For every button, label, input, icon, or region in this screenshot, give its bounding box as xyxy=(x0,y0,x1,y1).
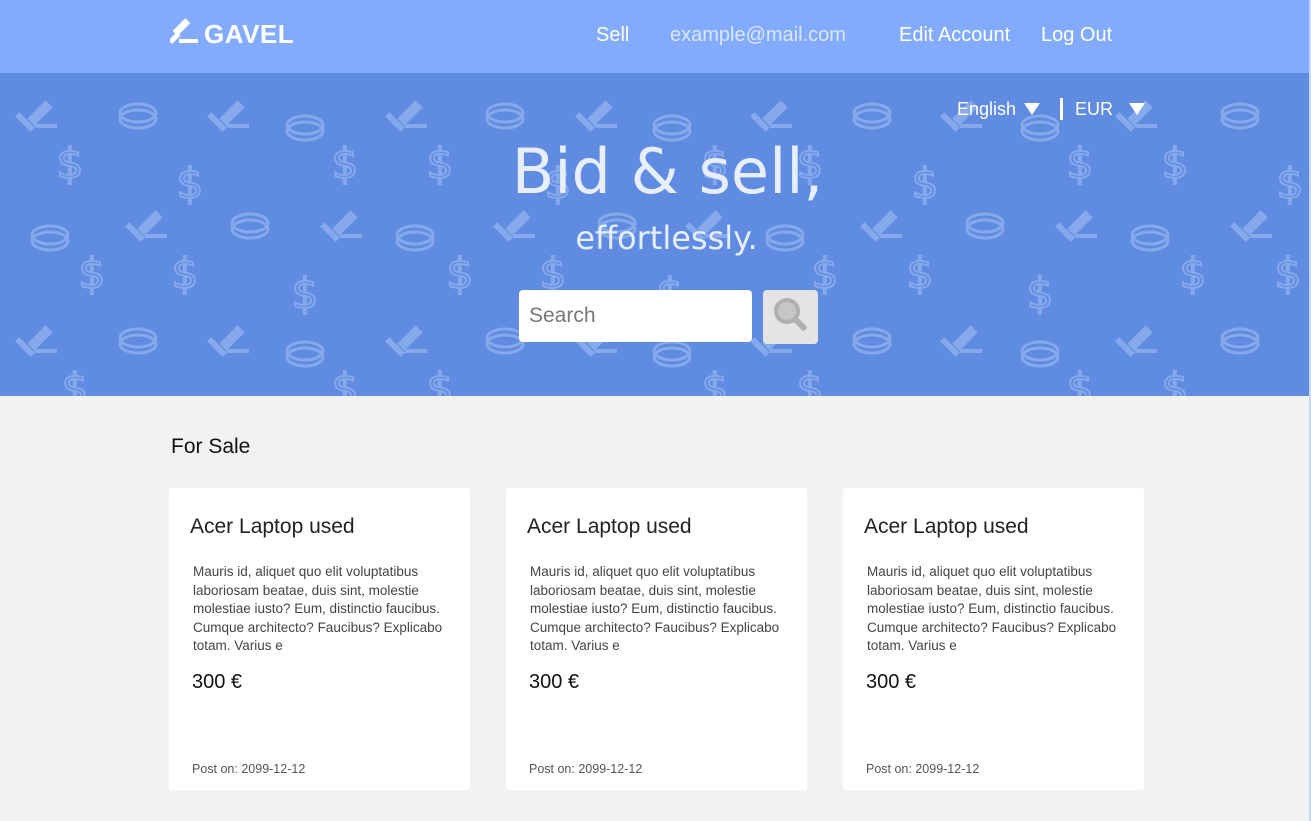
top-navbar: GAVEL Sell example@mail.com Edit Account… xyxy=(0,0,1311,73)
logo-text: GAVEL xyxy=(204,18,295,49)
caret-down-icon xyxy=(1129,103,1146,115)
language-select[interactable]: English xyxy=(957,98,1041,120)
search-icon xyxy=(771,295,811,340)
listing-post-date: Post on: 2099-12-12 xyxy=(529,762,643,776)
pattern-row-6 xyxy=(60,363,1190,396)
listing-price: 300 € xyxy=(529,671,580,693)
hero-subtitle: effortlessly. xyxy=(575,219,758,257)
nav-edit-account[interactable]: Edit Account xyxy=(899,0,1010,70)
currency-label: EUR xyxy=(1075,98,1114,119)
nav-sell[interactable]: Sell xyxy=(596,0,629,70)
caret-down-icon xyxy=(1024,103,1041,115)
listing-card[interactable]: Acer Laptop used Mauris id, aliquet quo … xyxy=(506,488,807,790)
selector-divider xyxy=(1060,98,1064,120)
language-label: English xyxy=(957,98,1017,119)
listing-title: Acer Laptop used xyxy=(864,515,1029,538)
gavel-icon xyxy=(168,17,200,52)
listing-post-date: Post on: 2099-12-12 xyxy=(866,762,980,776)
listing-card[interactable]: Acer Laptop used Mauris id, aliquet quo … xyxy=(169,488,470,790)
section-title-for-sale: For Sale xyxy=(171,435,251,458)
listing-description: Mauris id, aliquet quo elit voluptatibus… xyxy=(867,564,1117,653)
logo[interactable]: GAVEL xyxy=(168,14,295,54)
listing-post-date: Post on: 2099-12-12 xyxy=(192,762,306,776)
currency-select[interactable]: EUR xyxy=(1075,98,1146,120)
hero-title: Bid & sell, xyxy=(511,135,824,208)
nav-user-email[interactable]: example@mail.com xyxy=(670,0,846,70)
locale-selectors: English EUR xyxy=(957,96,1146,122)
search-button[interactable] xyxy=(763,290,818,344)
listing-title: Acer Laptop used xyxy=(190,515,355,538)
search-input[interactable] xyxy=(519,290,752,342)
listing-description: Mauris id, aliquet quo elit voluptatibus… xyxy=(530,564,780,653)
listing-price: 300 € xyxy=(866,671,917,693)
listing-price: 300 € xyxy=(192,671,243,693)
listing-card[interactable]: Acer Laptop used Mauris id, aliquet quo … xyxy=(843,488,1144,790)
nav-log-out[interactable]: Log Out xyxy=(1041,0,1112,70)
listing-title: Acer Laptop used xyxy=(527,515,692,538)
listing-description: Mauris id, aliquet quo elit voluptatibus… xyxy=(193,564,443,653)
